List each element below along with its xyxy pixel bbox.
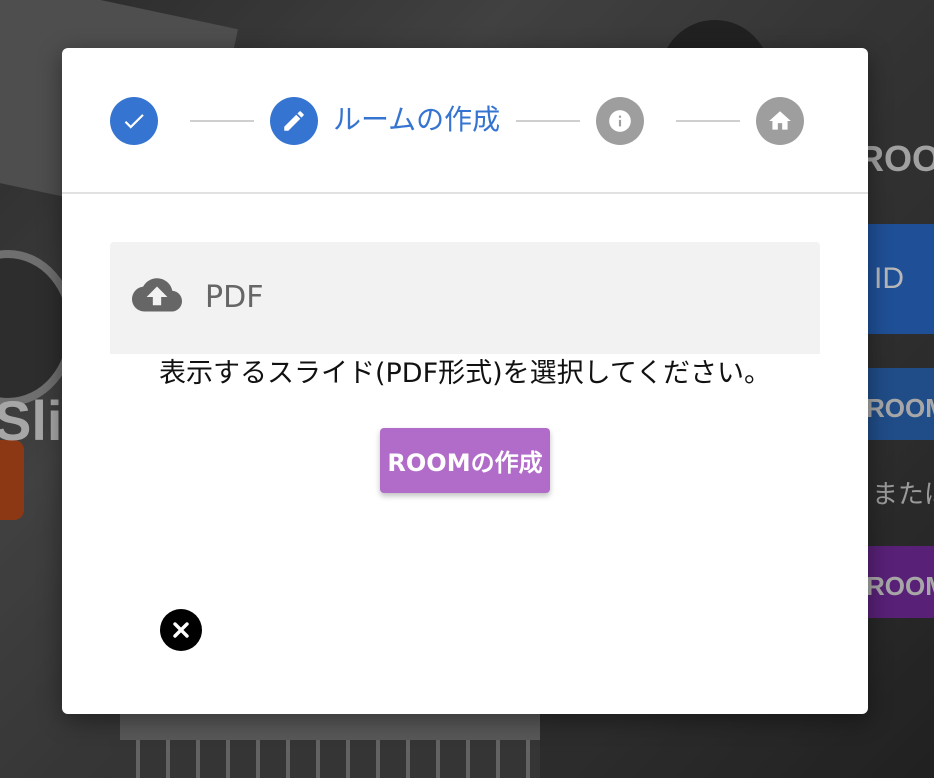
step-info — [596, 97, 644, 145]
step-connector — [190, 120, 254, 122]
cloud-upload-icon — [132, 278, 182, 312]
upload-label: PDF — [205, 280, 264, 315]
home-icon — [769, 111, 791, 130]
info-icon — [609, 110, 631, 132]
step-active — [270, 97, 318, 145]
instruction-text: 表示するスライド(PDF形式)を選択してください。 — [158, 358, 772, 389]
step-label-create-room: ルームの作成 — [333, 103, 501, 136]
pdf-upload-field[interactable]: PDF — [110, 242, 820, 354]
stepper: ルームの作成 — [62, 48, 868, 194]
step-home — [756, 97, 804, 145]
check-icon — [124, 114, 144, 129]
step-connector — [676, 120, 740, 122]
pencil-icon — [284, 111, 304, 131]
step-completed — [110, 97, 158, 145]
create-room-button[interactable]: ROOMの作成 — [380, 428, 550, 493]
close-button[interactable] — [160, 609, 202, 651]
step-connector — [516, 120, 580, 122]
close-icon — [173, 622, 189, 638]
create-room-dialog: ルームの作成 PDF 表示するスライド(PDF形式)を選択してください。 ROO… — [62, 48, 868, 714]
